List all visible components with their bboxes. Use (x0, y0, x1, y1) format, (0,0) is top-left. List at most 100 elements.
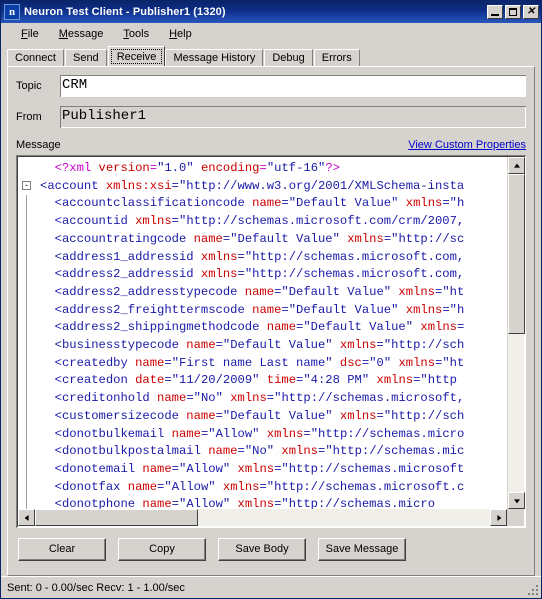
save-message-button[interactable]: Save Message (318, 538, 406, 561)
vertical-scroll-thumb[interactable] (508, 174, 525, 334)
xml-token-tg: = (281, 196, 289, 211)
menu-bar: File Message Tools Help (1, 23, 541, 44)
title-bar: n Neuron Test Client - Publisher1 (1320)… (1, 1, 541, 23)
xml-token-at: name (142, 461, 172, 476)
horizontal-scroll-thumb[interactable] (35, 509, 198, 526)
maximize-button[interactable] (505, 5, 521, 19)
message-xml-viewer[interactable]: <?xml version="1.0" encoding="utf-16"?> -… (16, 155, 526, 528)
xml-line-content: <address2_addresstypecode name="Default … (40, 284, 465, 299)
xml-token-vl: "Allow" (179, 497, 238, 509)
xml-token-vl: "No" (244, 444, 282, 459)
xml-token-vl: "http://schemas.microsoft.com, (244, 267, 465, 282)
xml-token-tg: <address2_addressid (54, 267, 201, 282)
xml-tree-guide (26, 337, 27, 355)
xml-horizontal-scrollbar[interactable] (18, 509, 507, 526)
tab-errors[interactable]: Errors (313, 49, 360, 66)
xml-token-tg: = (215, 408, 223, 423)
scroll-up-button[interactable] (508, 157, 525, 174)
xml-token-tg: = (376, 408, 384, 423)
xml-token-tg: <donotbulkemail (54, 426, 172, 441)
tab-message-history-label: Message History (173, 52, 256, 64)
tab-receive-label: Receive (116, 51, 157, 63)
xml-token-tg: <businesstypecode (54, 338, 187, 353)
xml-token-tg: <donotfax (54, 479, 128, 494)
xml-token-at: xmlns (237, 461, 275, 476)
xml-token-vl: "Default Value" (222, 338, 340, 353)
xml-token-vl: "utf-16" (266, 161, 326, 175)
xml-token-vl: "http://schemas.microsoft.c (266, 479, 465, 494)
copy-button[interactable]: Copy (118, 538, 206, 561)
xml-token-vl: "4:28 PM" (303, 373, 377, 388)
xml-token-at: name (171, 426, 201, 441)
xml-tree-guide (26, 354, 27, 373)
xml-line: <creditonhold name="No" xmlns="http://sc… (18, 390, 507, 408)
scroll-down-button[interactable] (508, 492, 525, 509)
xml-line: <businesstypecode name="Default Value" x… (18, 337, 507, 355)
xml-line-content: <donotemail name="Allow" xmlns="http://s… (40, 461, 465, 476)
xml-token-vl: "Default Value" (281, 284, 399, 299)
tab-debug[interactable]: Debug (264, 49, 313, 66)
xml-token-at: name (208, 444, 238, 459)
xml-token-tg: = (171, 461, 179, 476)
xml-token-at: xmlns (281, 444, 318, 459)
xml-token-at: xmlns (376, 373, 414, 388)
xml-tree-guide (26, 266, 27, 284)
save-body-button[interactable]: Save Body (218, 538, 306, 561)
xml-token-vl: "Allow" (179, 461, 238, 476)
xml-line-content: <donotbulkemail name="Allow" xmlns="http… (40, 426, 465, 441)
xml-line-content: <creditonhold name="No" xmlns="http://sc… (40, 391, 465, 405)
maximize-icon (509, 8, 517, 16)
xml-tree-guide (26, 283, 27, 302)
clear-button[interactable]: Clear (18, 538, 106, 561)
xml-token-tg: <createdby (54, 355, 136, 370)
xml-token-at: name (142, 497, 172, 509)
xml-line-content: <address1_addressid xmlns="http://schema… (40, 249, 465, 264)
xml-line: <createdon date="11/20/2009" time="4:28 … (18, 372, 507, 391)
xml-token-at: xmlns (135, 214, 172, 229)
xml-token-at: xmlns (347, 231, 384, 246)
xml-token-at: name (127, 479, 158, 494)
close-button[interactable]: ✕ (523, 5, 539, 19)
main-window: n Neuron Test Client - Publisher1 (1320)… (0, 0, 542, 599)
xml-token-vl: "http://schemas.microsoft.com/crm/2007, (179, 214, 465, 229)
menu-item-file[interactable]: File (11, 26, 49, 42)
xml-token-vl: "Default Value" (303, 320, 421, 335)
xml-token-vl: "First name Last name" (171, 355, 340, 370)
xml-token-at: name (135, 355, 165, 370)
xml-line-content: <businesstypecode name="Default Value" x… (40, 338, 465, 353)
topic-input[interactable]: CRM (60, 75, 526, 97)
xml-token-vl: "h (449, 302, 465, 317)
xml-token-vl: "http://schemas.micro (281, 497, 436, 509)
xml-token-tg: = (237, 249, 245, 264)
application-window: n Neuron Test Client - Publisher1 (1320)… (0, 0, 542, 599)
xml-token-tg: = (171, 214, 179, 229)
resize-gripper[interactable] (526, 583, 538, 595)
tab-send-label: Send (72, 52, 99, 64)
xml-token-vl: "1.0" (157, 161, 194, 175)
xml-token-tg: = (164, 373, 172, 388)
menu-item-message[interactable]: Message (49, 26, 114, 42)
tab-receive[interactable]: Receive (107, 46, 166, 66)
from-input[interactable]: Publisher1 (60, 106, 526, 128)
xml-line-content: <accountratingcode name="Default Value" … (40, 231, 465, 246)
xml-vertical-scrollbar[interactable] (507, 157, 525, 509)
neuron-app-icon: n (4, 4, 20, 20)
xml-token-at: xmlns (398, 284, 435, 299)
xml-collapse-toggle-icon[interactable]: - (22, 180, 31, 190)
xml-tree-guide (26, 460, 27, 479)
xml-token-vl: "Default Value" (222, 408, 340, 423)
xml-token-tg: = (281, 302, 289, 317)
xml-line: <donotbulkpostalmail name="No" xmlns="ht… (18, 443, 507, 461)
scroll-left-button[interactable] (18, 509, 35, 526)
minimize-button[interactable] (487, 5, 503, 19)
menu-item-help[interactable]: Help (159, 26, 202, 42)
xml-token-dec: = (259, 161, 267, 175)
menu-item-tools[interactable]: Tools (113, 26, 159, 42)
xml-token-at: time (266, 373, 297, 388)
xml-token-tg: = (237, 267, 245, 282)
tab-message-history[interactable]: Message History (165, 49, 264, 66)
view-custom-properties-link[interactable]: View Custom Properties (408, 139, 526, 151)
tab-connect[interactable]: Connect (7, 49, 64, 66)
tab-send[interactable]: Send (64, 49, 107, 66)
scroll-right-button[interactable] (490, 509, 507, 526)
